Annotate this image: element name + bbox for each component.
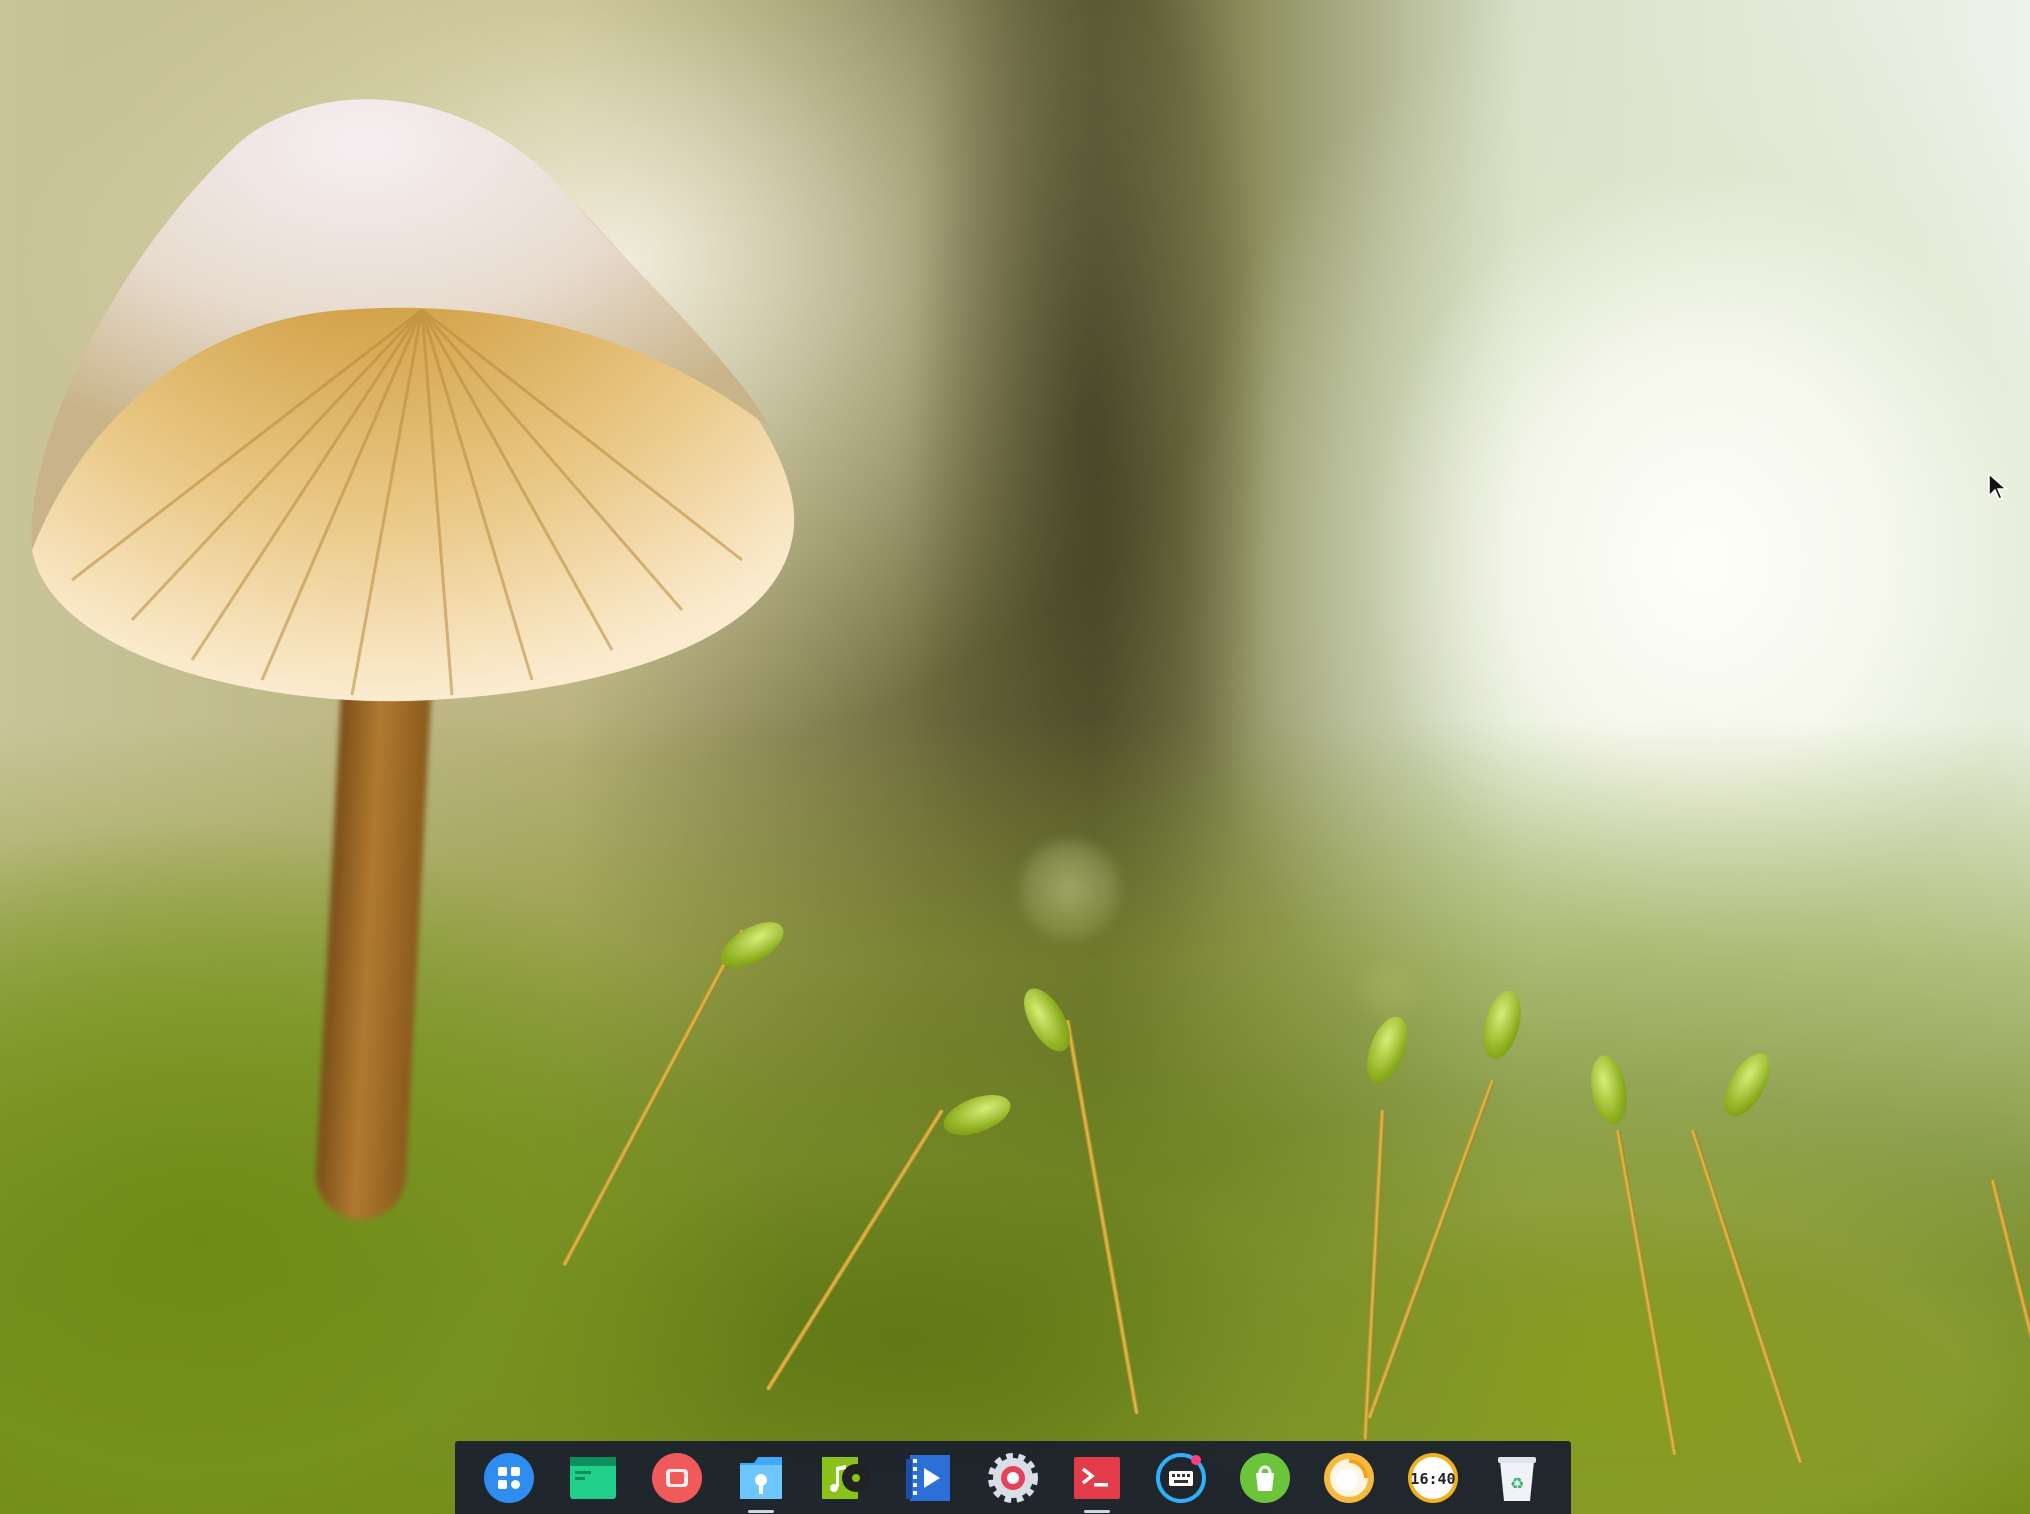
music-icon	[822, 1456, 870, 1499]
browser-icon	[1324, 1452, 1374, 1503]
svg-text:♻: ♻	[1510, 1474, 1524, 1493]
launcher-grid-icon	[484, 1452, 534, 1503]
clock-icon: 16:40	[1408, 1452, 1458, 1503]
running-indicator	[748, 1509, 774, 1513]
dock-item-screen-recorder[interactable]	[648, 1449, 706, 1507]
dock: 16:40 ♻	[455, 1441, 1571, 1514]
video-icon	[906, 1454, 950, 1501]
moss-ground	[0, 720, 2030, 1514]
gear-icon	[988, 1452, 1038, 1503]
dock-item-app-store[interactable]	[1236, 1449, 1294, 1507]
keyboard-icon	[1156, 1452, 1206, 1503]
mushroom-cap	[31, 99, 795, 702]
dock-item-system-monitor[interactable]	[564, 1449, 622, 1507]
dock-item-launcher[interactable]	[480, 1449, 538, 1507]
monitor-icon	[570, 1456, 616, 1499]
dock-item-browser[interactable]	[1320, 1449, 1378, 1507]
folder-icon	[740, 1456, 782, 1499]
dock-item-settings[interactable]	[984, 1449, 1042, 1507]
mouse-cursor	[1988, 472, 2008, 500]
dock-item-file-manager[interactable]	[732, 1449, 790, 1513]
dock-item-terminal[interactable]	[1068, 1449, 1126, 1513]
store-bag-icon	[1240, 1452, 1290, 1503]
dock-item-input-method[interactable]	[1152, 1449, 1210, 1507]
dock-item-trash[interactable]: ♻	[1488, 1449, 1546, 1507]
clock-time-text: 16:40	[1410, 1470, 1455, 1488]
trash-icon: ♻	[1498, 1456, 1536, 1501]
dock-item-video[interactable]	[900, 1449, 958, 1507]
running-indicator	[1084, 1509, 1110, 1513]
dock-item-music[interactable]	[816, 1449, 874, 1507]
terminal-icon	[1074, 1456, 1120, 1499]
desktop[interactable]: 16:40 ♻	[0, 0, 2030, 1514]
dock-item-clock[interactable]: 16:40	[1404, 1449, 1462, 1507]
record-icon	[652, 1452, 702, 1503]
